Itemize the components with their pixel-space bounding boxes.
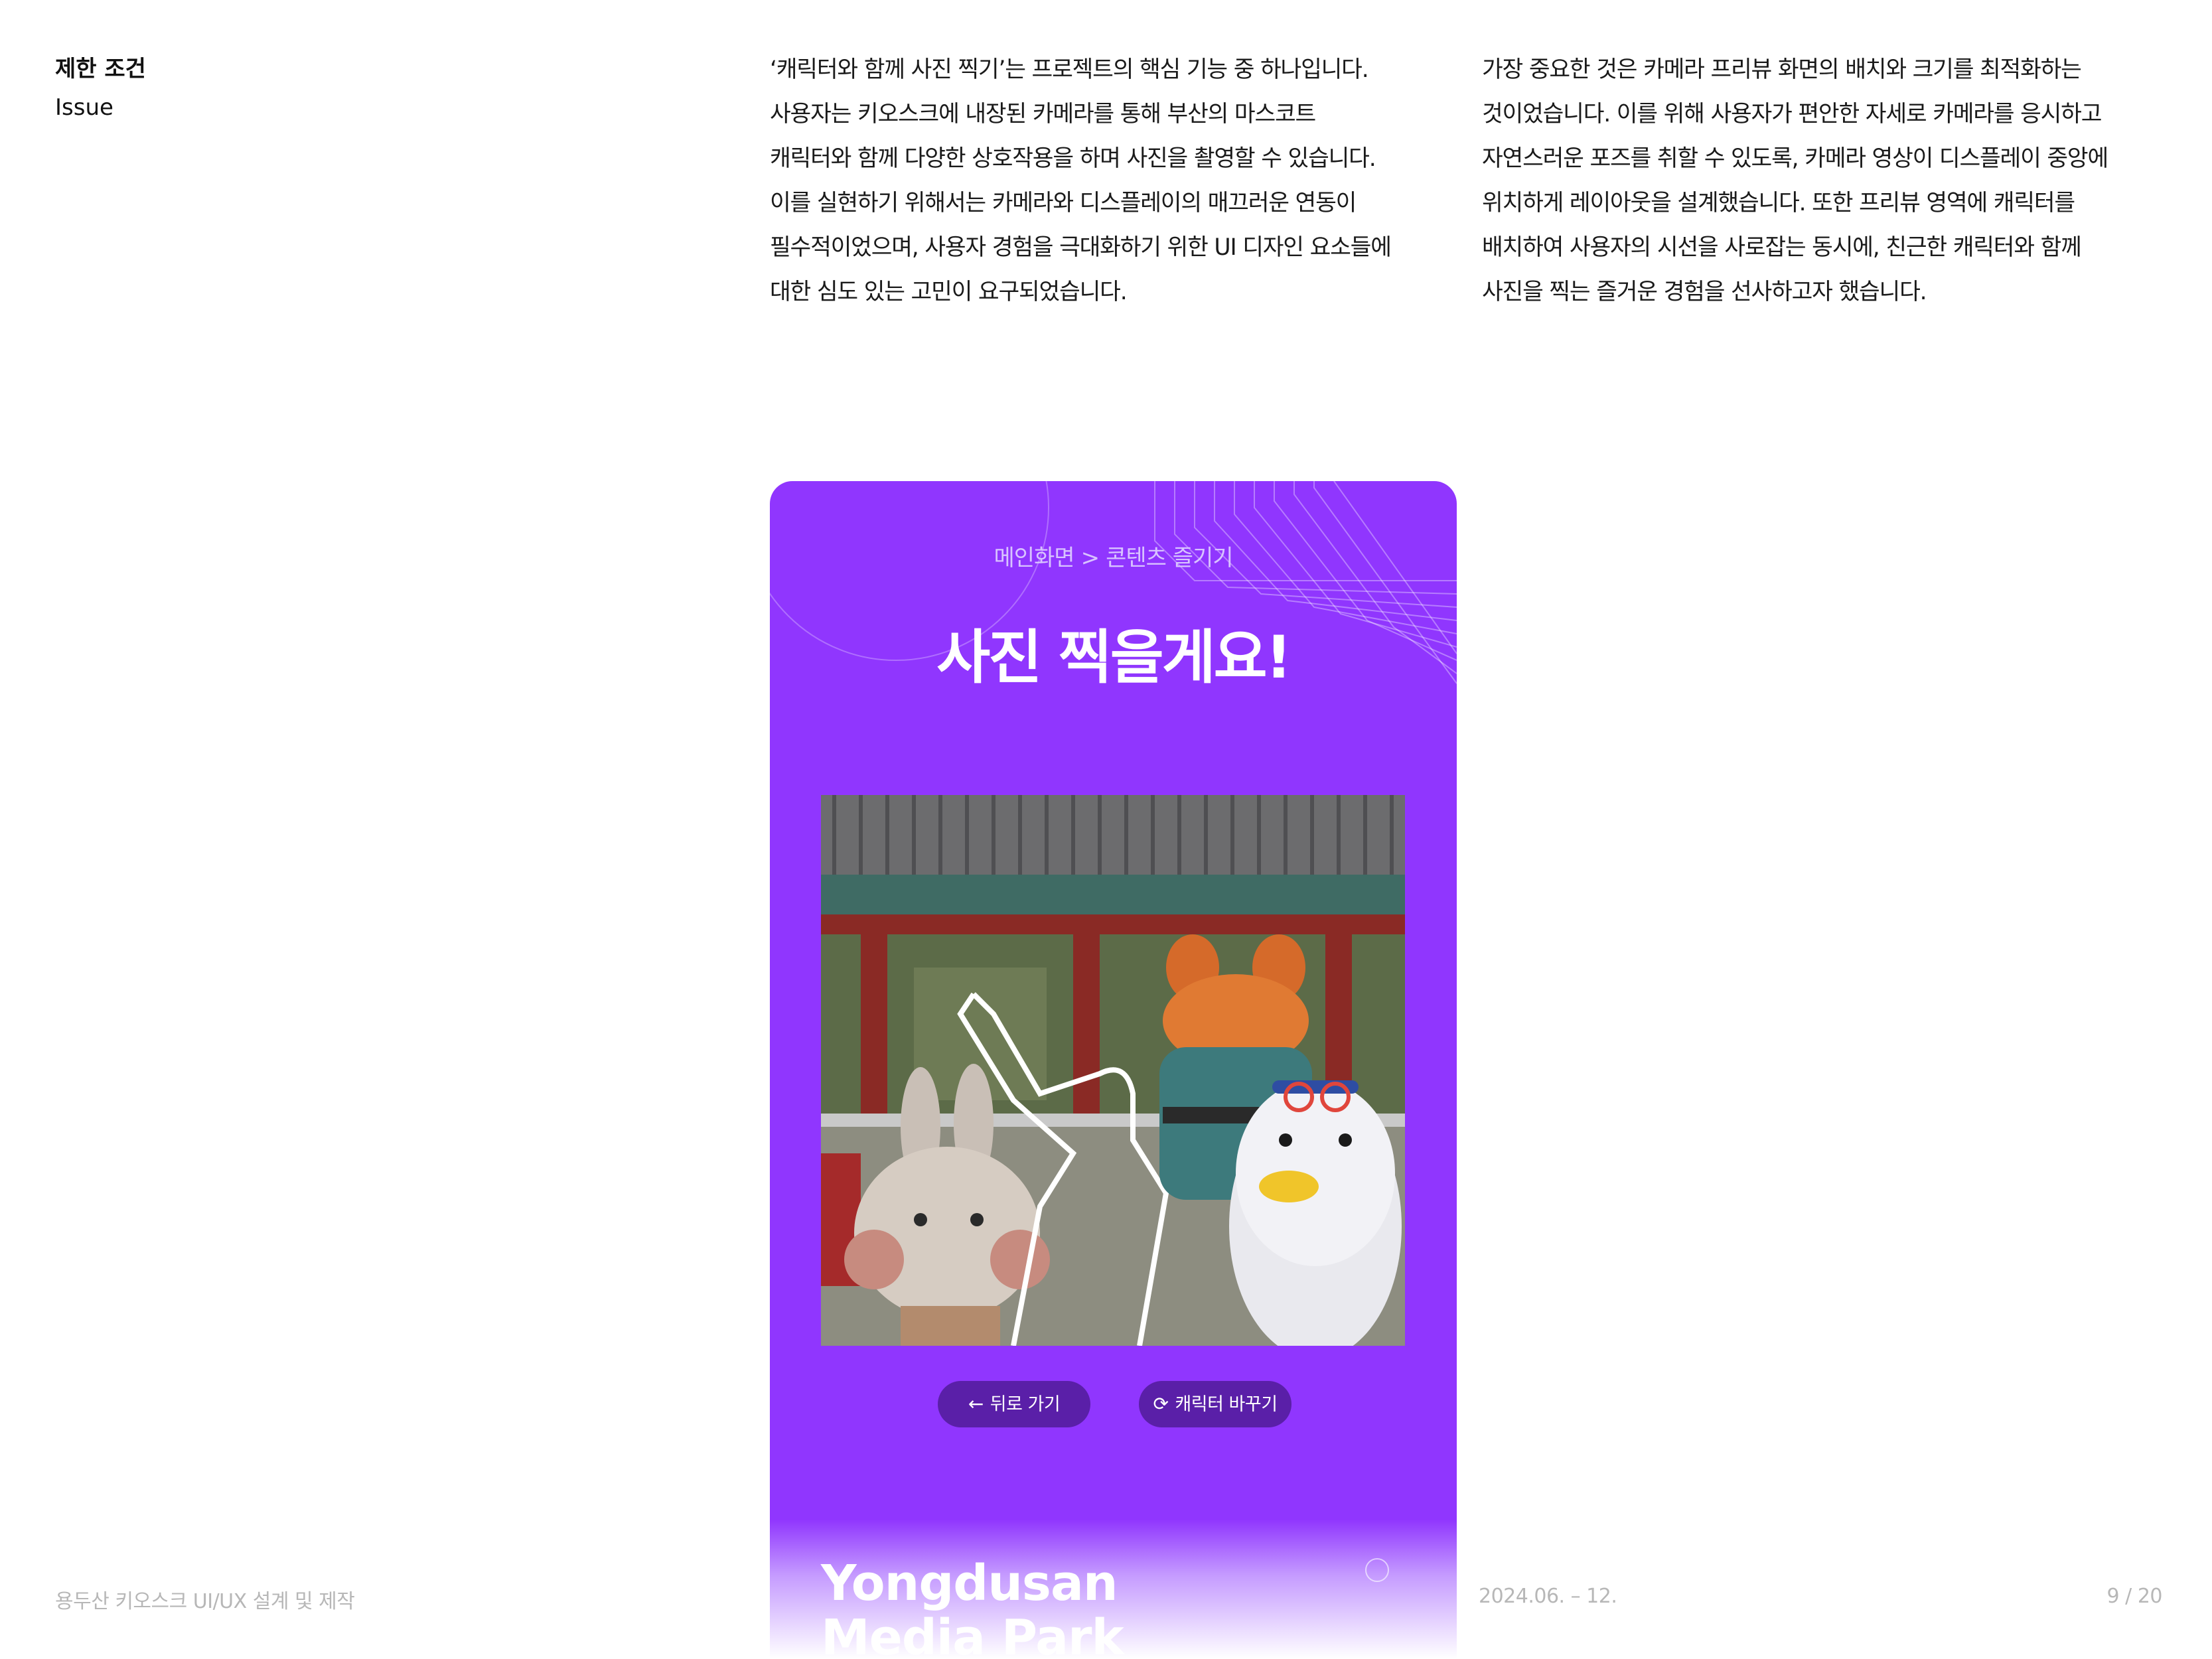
back-button[interactable]: ← 뒤로 가기 <box>938 1381 1090 1427</box>
section-subtitle: Issue <box>55 94 113 121</box>
paragraph-line: 자연스러운 포즈를 취할 수 있도록, 카메라 영상이 디스플레이 중앙에 <box>1482 145 2108 172</box>
paragraph-line: 것이었습니다. 이를 위해 사용자가 편안한 자세로 카메라를 응시하고 <box>1482 101 2102 127</box>
paragraph-line: 필수적이었으며, 사용자 경험을 극대화하기 위한 UI 디자인 요소들에 <box>770 234 1392 261</box>
footer-project: 용두산 키오스크 UI/UX 설계 및 제작 <box>55 1590 355 1613</box>
page-title: 사진 찍을게요! <box>936 623 1292 691</box>
arrow-left-icon: ← <box>968 1393 984 1415</box>
description-paragraph-2: 가장 중요한 것은 카메라 프리뷰 화면의 배치와 크기를 최적화하는 것이었습… <box>1482 48 2108 315</box>
back-button-label: 뒤로 가기 <box>990 1394 1061 1415</box>
camera-preview-image <box>821 795 1405 1346</box>
breadcrumb-home[interactable]: 메인화면 <box>994 545 1074 571</box>
paragraph-line: 사용자는 키오스크에 내장된 카메라를 통해 부산의 마스코트 <box>770 101 1316 127</box>
paragraph-line: 사진을 찍는 즐거운 경험을 선사하고자 했습니다. <box>1482 279 1927 305</box>
paragraph-line: 캐릭터와 함께 다양한 상호작용을 하며 사진을 촬영할 수 있습니다. <box>770 145 1376 172</box>
paragraph-line: ‘캐릭터와 함께 사진 찍기’는 프로젝트의 핵심 기능 중 하나입니다. <box>770 56 1369 83</box>
park-name-line: Media Park <box>821 1609 1124 1659</box>
footer-period: 2024.06. – 12. <box>1479 1585 1617 1608</box>
camera-preview <box>821 795 1405 1346</box>
paragraph-line: 배치하여 사용자의 시선을 사로잡는 동시에, 친근한 캐릭터와 함께 <box>1482 234 2082 261</box>
section-title: 제한 조건 <box>55 56 146 82</box>
refresh-icon: ⟳ <box>1153 1393 1169 1415</box>
change-character-button[interactable]: ⟳ 캐릭터 바꾸기 <box>1139 1381 1291 1427</box>
paragraph-line: 대한 심도 있는 고민이 요구되었습니다. <box>770 279 1128 305</box>
circle-icon <box>1365 1558 1389 1582</box>
park-name: Yongdusan Media Park <box>821 1556 1124 1659</box>
chevron-right-icon: > <box>1080 545 1100 571</box>
park-name-line: Yongdusan <box>821 1555 1118 1612</box>
paragraph-line: 위치하게 레이아웃을 설계했습니다. 또한 프리뷰 영역에 캐릭터를 <box>1482 190 2075 216</box>
description-paragraph-1: ‘캐릭터와 함께 사진 찍기’는 프로젝트의 핵심 기능 중 하나입니다. 사용… <box>770 48 1392 315</box>
breadcrumb: 메인화면 > 콘텐츠 즐기기 <box>770 540 1457 572</box>
kiosk-screen-mockup: 메인화면 > 콘텐츠 즐기기 사진 찍을게요! ← 뒤로 가기 ⟳ 캐릭터 바꾸… <box>770 481 1457 1659</box>
change-character-label: 캐릭터 바꾸기 <box>1175 1394 1278 1415</box>
paragraph-line: 이를 실현하기 위해서는 카메라와 디스플레이의 매끄러운 연동이 <box>770 190 1357 216</box>
footer-page-number: 9 / 20 <box>2106 1585 2163 1608</box>
breadcrumb-current: 콘텐츠 즐기기 <box>1106 545 1233 571</box>
paragraph-line: 가장 중요한 것은 카메라 프리뷰 화면의 배치와 크기를 최적화하는 <box>1482 56 2082 83</box>
